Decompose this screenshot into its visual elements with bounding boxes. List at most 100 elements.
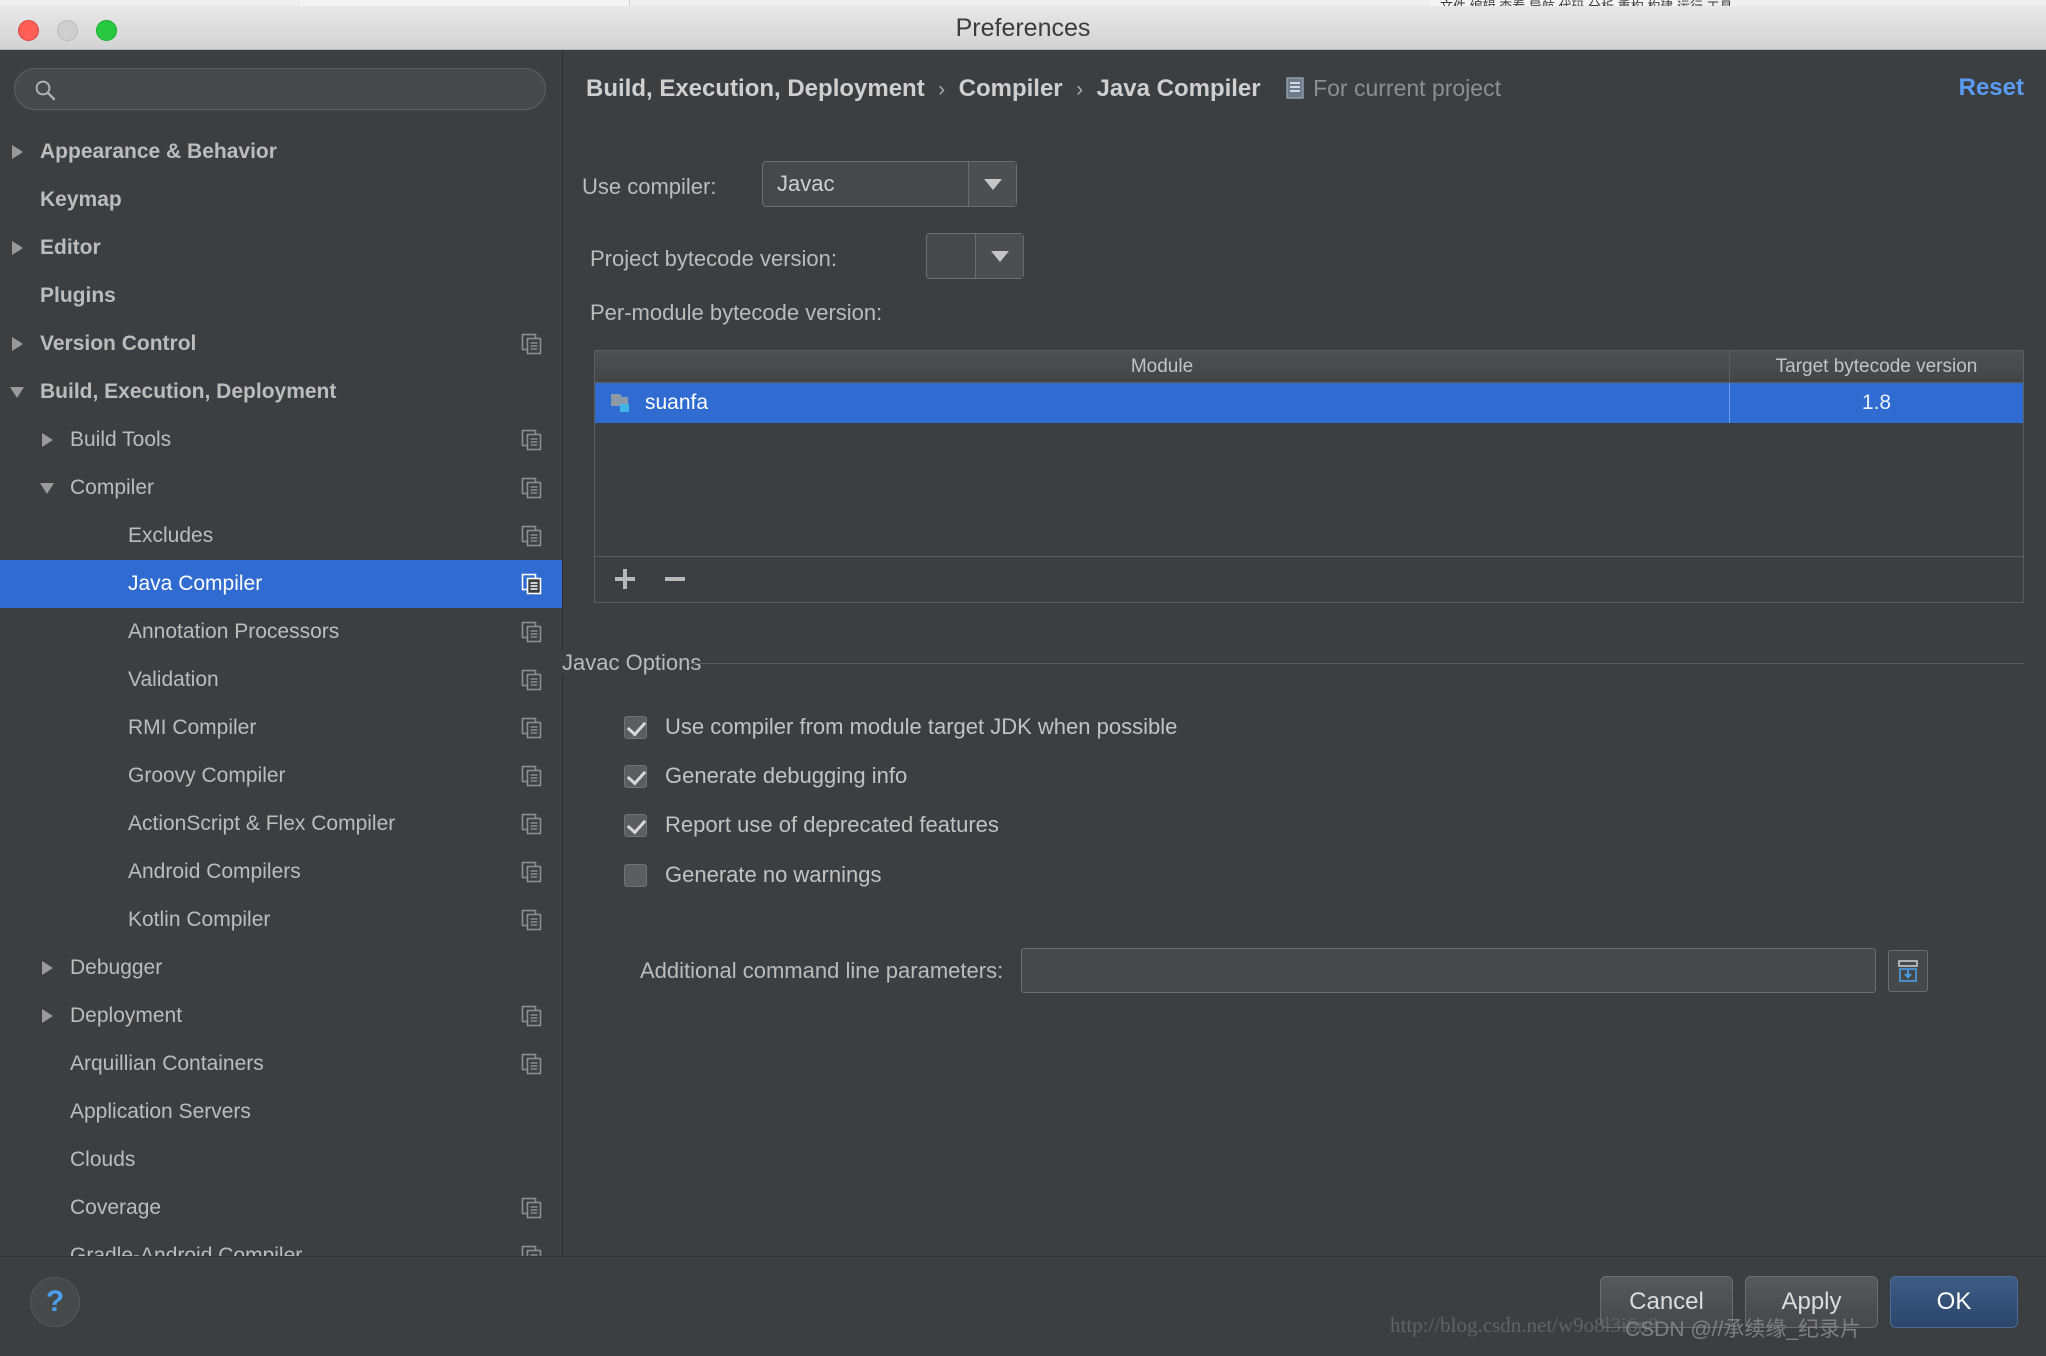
sidebar-item-debugger[interactable]: Debugger <box>0 944 562 992</box>
additional-params-input[interactable] <box>1021 948 1877 993</box>
project-bytecode-label: Project bytecode version: <box>590 246 838 271</box>
sidebar-item-label: Build Tools <box>70 428 172 451</box>
copy-icon[interactable] <box>521 909 543 931</box>
project-scope-icon <box>1286 77 1304 99</box>
sidebar-item-plugins[interactable]: Plugins <box>0 272 562 320</box>
sidebar-item-label: Coverage <box>70 1196 162 1219</box>
sidebar-item-label: Editor <box>40 236 101 259</box>
checkbox-generate-no-warnings[interactable] <box>624 863 647 887</box>
use-compiler-dropdown[interactable]: Javac <box>762 161 1017 207</box>
option-row-3[interactable]: Generate no warnings <box>624 862 881 888</box>
project-bytecode-dropdown[interactable] <box>926 233 1024 279</box>
sidebar-item-label: Keymap <box>40 188 122 211</box>
sidebar-item-groovy-compiler[interactable]: Groovy Compiler <box>0 752 562 800</box>
sidebar-item-label: RMI Compiler <box>128 716 257 739</box>
copy-icon[interactable] <box>521 477 543 499</box>
sidebar-item-arquillian-containers[interactable]: Arquillian Containers <box>0 1040 562 1088</box>
sidebar-item-kotlin-compiler[interactable]: Kotlin Compiler <box>0 896 562 944</box>
copy-icon[interactable] <box>521 573 543 595</box>
chevron-down-icon[interactable] <box>968 162 1016 206</box>
sidebar-item-actionscript-flex-compiler[interactable]: ActionScript & Flex Compiler <box>0 800 562 848</box>
chevron-right-icon[interactable] <box>6 224 28 272</box>
column-header-module[interactable]: Module <box>595 351 1730 382</box>
copy-icon[interactable] <box>521 429 543 451</box>
chevron-right-icon[interactable] <box>6 320 28 368</box>
table-cell-module[interactable]: suanfa <box>595 383 1730 423</box>
sidebar-item-gradle-android-compiler[interactable]: Gradle-Android Compiler <box>0 1232 562 1256</box>
sidebar-item-deployment[interactable]: Deployment <box>0 992 562 1040</box>
ok-button[interactable]: OK <box>1890 1276 2018 1328</box>
dialog-footer: ? Cancel Apply OK http://blog.csdn.net/w… <box>0 1256 2046 1356</box>
chevron-right-icon[interactable] <box>36 992 58 1040</box>
reset-link[interactable]: Reset <box>1959 68 2024 108</box>
use-compiler-label: Use compiler: <box>582 174 717 199</box>
breadcrumb-separator: › <box>938 78 946 101</box>
sidebar-item-version-control[interactable]: Version Control <box>0 320 562 368</box>
column-header-target[interactable]: Target bytecode version <box>1730 351 2023 382</box>
sidebar-item-rmi-compiler[interactable]: RMI Compiler <box>0 704 562 752</box>
apply-button[interactable]: Apply <box>1745 1276 1878 1328</box>
sidebar-item-coverage[interactable]: Coverage <box>0 1184 562 1232</box>
sidebar-item-editor[interactable]: Editor <box>0 224 562 272</box>
copy-icon[interactable] <box>521 1197 543 1219</box>
table-row[interactable]: suanfa 1.8 <box>595 383 2023 423</box>
sidebar-item-compiler[interactable]: Compiler <box>0 464 562 512</box>
sidebar-item-build-tools[interactable]: Build Tools <box>0 416 562 464</box>
chevron-down-icon[interactable] <box>975 234 1023 278</box>
breadcrumb-item-1[interactable]: Build, Execution, Deployment <box>586 75 925 102</box>
breadcrumb: Build, Execution, Deployment › Compiler … <box>586 68 1501 108</box>
sidebar-item-label: Application Servers <box>70 1100 251 1123</box>
copy-icon[interactable] <box>521 621 543 643</box>
breadcrumb-item-3[interactable]: Java Compiler <box>1097 75 1261 102</box>
option-row-1[interactable]: Generate debugging info <box>624 763 907 789</box>
title-bar: Preferences <box>0 6 2046 50</box>
chevron-right-icon[interactable] <box>6 128 28 176</box>
copy-icon[interactable] <box>521 717 543 739</box>
settings-tree[interactable]: Appearance & Behavior Keymap Editor Plugins… <box>0 128 562 1256</box>
option-label: Report use of deprecated features <box>665 812 999 837</box>
sidebar-item-keymap[interactable]: Keymap <box>0 176 562 224</box>
sidebar-item-application-servers[interactable]: Application Servers <box>0 1088 562 1136</box>
sidebar-item-label: Clouds <box>70 1148 136 1171</box>
search-input[interactable] <box>67 69 537 109</box>
chevron-down-icon[interactable] <box>6 368 28 416</box>
chevron-right-icon[interactable] <box>36 416 58 464</box>
use-compiler-value: Javac <box>777 171 835 196</box>
sidebar-item-label: ActionScript & Flex Compiler <box>128 812 396 835</box>
option-row-2[interactable]: Report use of deprecated features <box>624 812 999 838</box>
sidebar-item-appearance-behavior[interactable]: Appearance & Behavior <box>0 128 562 176</box>
sidebar-item-android-compilers[interactable]: Android Compilers <box>0 848 562 896</box>
sidebar-item-clouds[interactable]: Clouds <box>0 1136 562 1184</box>
copy-icon[interactable] <box>521 861 543 883</box>
chevron-right-icon[interactable] <box>36 944 58 992</box>
copy-icon[interactable] <box>521 1053 543 1075</box>
copy-icon[interactable] <box>521 1005 543 1027</box>
add-module-button[interactable] <box>603 557 647 601</box>
sidebar-item-label: Java Compiler <box>128 572 263 595</box>
search-box[interactable] <box>14 68 546 110</box>
chevron-down-icon[interactable] <box>36 464 58 512</box>
sidebar-item-excludes[interactable]: Excludes <box>0 512 562 560</box>
breadcrumb-item-2[interactable]: Compiler <box>959 75 1063 102</box>
sidebar-item-java-compiler[interactable]: Java Compiler <box>0 560 562 608</box>
checkbox-report-deprecated-features[interactable] <box>624 813 647 837</box>
copy-icon[interactable] <box>521 1245 543 1256</box>
table-cell-target[interactable]: 1.8 <box>1730 383 2023 423</box>
help-button[interactable]: ? <box>30 1277 80 1327</box>
copy-icon[interactable] <box>521 525 543 547</box>
checkbox-generate-debugging-info[interactable] <box>624 764 647 788</box>
sidebar-item-build-execution-deployment[interactable]: Build, Execution, Deployment <box>0 368 562 416</box>
copy-icon[interactable] <box>521 669 543 691</box>
per-module-table[interactable]: Module Target bytecode version suanfa 1.… <box>594 350 2024 557</box>
cancel-button[interactable]: Cancel <box>1600 1276 1733 1328</box>
option-row-0[interactable]: Use compiler from module target JDK when… <box>624 714 1177 740</box>
sidebar-item-validation[interactable]: Validation <box>0 656 562 704</box>
expand-params-button[interactable] <box>1888 949 1929 992</box>
copy-icon[interactable] <box>521 765 543 787</box>
remove-module-button[interactable] <box>653 557 697 601</box>
checkbox-use-compiler-from-module-jdk[interactable] <box>624 715 647 739</box>
per-module-label: Per-module bytecode version: <box>590 300 883 325</box>
copy-icon[interactable] <box>521 813 543 835</box>
copy-icon[interactable] <box>521 333 543 355</box>
sidebar-item-annotation-processors[interactable]: Annotation Processors <box>0 608 562 656</box>
